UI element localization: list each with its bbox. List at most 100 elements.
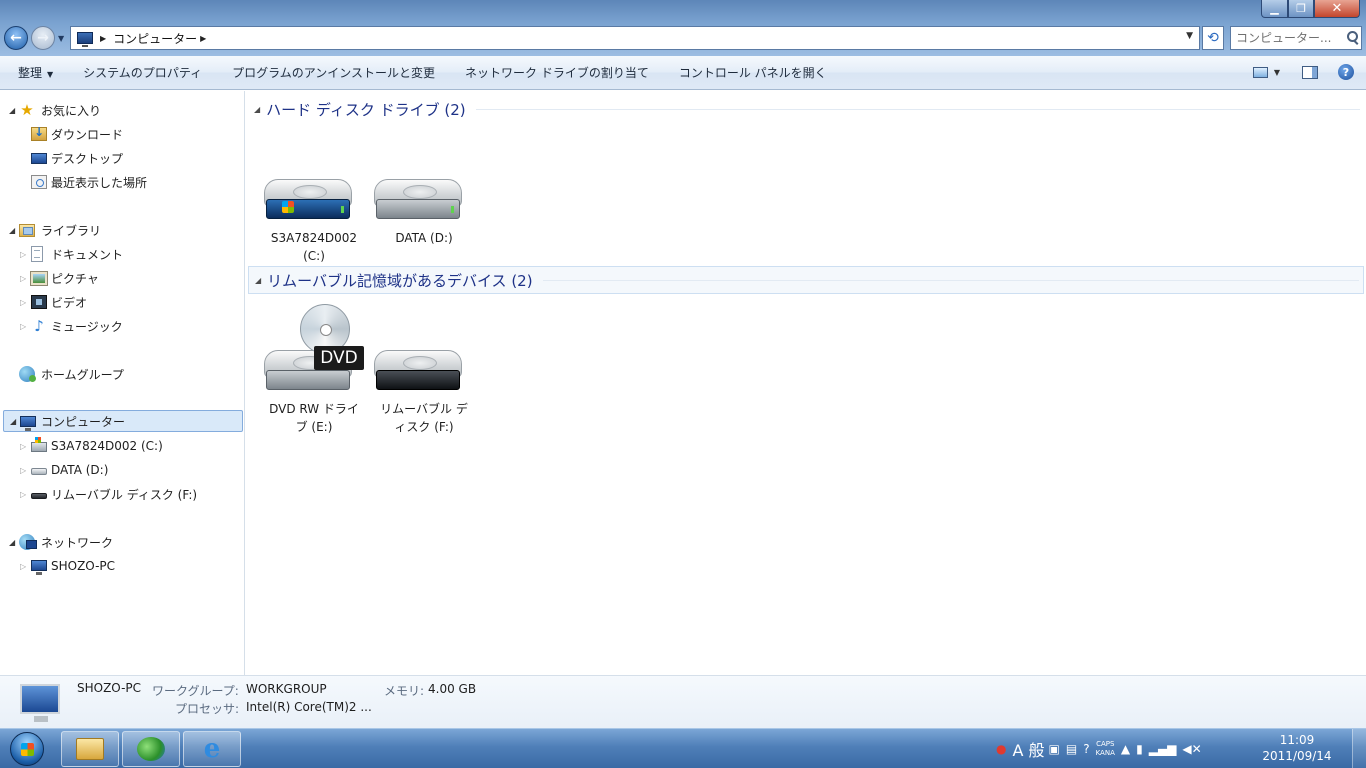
back-button[interactable]: ← [4,26,28,50]
taskbar: e ● A 般 ▣ ▤ ? CAPS KANA ▲ ▮ ▂▄▆ ◀✕ 11:09… [0,728,1366,768]
open-control-panel-button[interactable]: コントロール パネルを開く [671,64,835,81]
system-properties-button[interactable]: システムのプロパティ [75,64,210,81]
map-network-drive-button[interactable]: ネットワーク ドライブの割り当て [457,64,657,81]
maximize-button[interactable]: ❐ [1288,0,1314,18]
refresh-icon: ⟲ [1207,30,1219,46]
drive-tile-c[interactable]: S3A7824D002 (C:) [262,141,366,263]
search-input[interactable]: コンピューター... [1230,26,1362,50]
desktop-icon [31,153,47,164]
nav-pictures[interactable]: ▷ ピクチャ [0,267,244,289]
group-header-hard-disks[interactable]: ◢ ハード ディスク ドライブ (2) [248,95,1364,123]
clock[interactable]: 11:09 2011/09/14 [1262,732,1332,764]
collapsed-arrow-icon[interactable]: ▷ [20,250,26,259]
breadcrumb-computer[interactable]: コンピューター [113,30,197,47]
address-history-dropdown[interactable]: ▼ [1186,31,1193,41]
ime-toolbox-icon[interactable]: ▣ [1049,742,1060,756]
collapsed-arrow-icon[interactable]: ▷ [20,562,26,571]
expanded-arrow-icon[interactable]: ◢ [255,276,261,285]
drive-f-label-line2: ィスク (F:) [394,420,454,434]
expanded-arrow-icon[interactable]: ◢ [9,538,15,547]
nav-music-label: ミュージック [51,319,123,334]
collapsed-arrow-icon[interactable]: ▷ [20,442,26,451]
group-title-hard-disks: ハード ディスク ドライブ (2) [266,100,466,119]
recent-pages-dropdown[interactable]: ▼ [58,34,64,43]
collapsed-arrow-icon[interactable]: ▷ [20,322,26,331]
change-view-icon[interactable] [1252,66,1268,78]
nav-recent-places[interactable]: 最近表示した場所 [0,171,244,193]
caps-kana-indicator[interactable]: CAPS KANA [1096,740,1115,758]
taskbar-explorer-button[interactable] [61,731,119,767]
drive-tile-e[interactable]: DVD DVD RW ドライ ブ (E:) [262,304,366,434]
expanded-arrow-icon[interactable]: ◢ [254,105,260,114]
forward-button[interactable]: → [31,26,55,50]
nav-computer[interactable]: ◢ コンピューター [3,410,243,432]
nav-music[interactable]: ▷ ♪ ミュージック [0,315,244,337]
help-icon[interactable]: ? [1338,64,1354,80]
nav-drive-f-label: リムーバブル ディスク (F:) [51,487,198,502]
nav-videos-label: ビデオ [51,295,88,310]
view-options-dropdown[interactable]: ▼ [1274,68,1280,77]
drive-c-label: S3A7824D002 (C:) [262,229,366,265]
ime-mode-indicator[interactable]: A 般 [1012,737,1044,761]
collapsed-arrow-icon[interactable]: ▷ [20,298,26,307]
ime-dictionary-icon[interactable]: ▤ [1066,742,1077,756]
breadcrumb-chevron-icon[interactable]: ▶ [200,34,206,43]
nav-desktop-label: デスクトップ [51,151,124,166]
navigation-pane: ◢ ★ お気に入り ダウンロード デスクトップ 最近表示した場所 ◢ ライブラリ… [0,91,245,675]
start-button[interactable] [3,730,51,768]
dvd-badge: DVD [314,346,364,370]
title-bar: ▁ ❐ ✕ ← → ▼ ▶ コンピューター ▶ ▼ ⟲ コンピューター... [0,0,1366,56]
hard-drive-icon [31,468,47,475]
caps-label: CAPS [1096,740,1115,748]
organize-menu[interactable]: 整理 ▼ [10,64,61,81]
nav-favorites[interactable]: ◢ ★ お気に入り [0,99,244,121]
drive-tile-f[interactable]: リムーバブル デ ィスク (F:) [372,312,476,434]
search-icon[interactable] [1347,31,1358,42]
drive-tile-d[interactable]: DATA (D:) [372,141,476,261]
collapsed-arrow-icon[interactable]: ▷ [20,490,26,499]
nav-drive-c[interactable]: ▷ S3A7824D002 (C:) [0,435,244,457]
forward-arrow-icon: → [37,30,49,46]
library-icon [19,223,35,237]
nav-desktop[interactable]: デスクトップ [0,147,244,169]
music-icon: ♪ [34,317,44,335]
drive-f-label-line1: リムーバブル デ [380,402,468,416]
network-signal-icon[interactable]: ▂▄▆ [1149,742,1177,756]
nav-documents[interactable]: ▷ ドキュメント [0,243,244,265]
nav-pc[interactable]: ▷ SHOZO-PC [0,555,244,577]
collapsed-arrow-icon[interactable]: ▷ [20,274,26,283]
close-button[interactable]: ✕ [1314,0,1360,18]
breadcrumb-chevron-icon[interactable]: ▶ [100,34,106,43]
nav-network[interactable]: ◢ ネットワーク [0,531,244,553]
preview-pane-icon[interactable] [1302,65,1318,79]
nav-drive-f[interactable]: ▷ リムーバブル ディスク (F:) [0,483,244,505]
group-title-removable: リムーバブル記憶域があるデバイス (2) [267,271,533,290]
nav-documents-label: ドキュメント [51,247,124,262]
computer-icon [31,560,47,575]
minimize-button[interactable]: ▁ [1261,0,1288,18]
nav-homegroup[interactable]: ホームグループ [0,363,244,385]
taskbar-ie-button[interactable]: e [183,731,241,767]
show-desktop-button[interactable] [1352,729,1366,768]
address-bar[interactable]: ▶ コンピューター ▶ ▼ [70,26,1200,50]
recent-places-icon [31,175,47,189]
folder-icon [76,738,104,760]
nav-drive-d[interactable]: ▷ DATA (D:) [0,459,244,481]
collapsed-arrow-icon[interactable]: ▷ [20,466,26,475]
safely-remove-hardware-icon[interactable]: ▮ [1136,742,1143,756]
nav-libraries[interactable]: ◢ ライブラリ [0,219,244,241]
volume-muted-icon[interactable]: ◀✕ [1182,742,1201,756]
workgroup-key: ワークグループ: [152,684,239,698]
uninstall-program-button[interactable]: プログラムのアンインストールと変更 [224,64,443,81]
expanded-arrow-icon[interactable]: ◢ [10,417,16,426]
ime-help-icon[interactable]: ? [1083,742,1089,756]
security-alert-icon[interactable]: ● [996,742,1006,756]
nav-videos[interactable]: ▷ ビデオ [0,291,244,313]
taskbar-messenger-button[interactable] [122,731,180,767]
show-hidden-icons-arrow-icon[interactable]: ▲ [1121,742,1130,756]
expanded-arrow-icon[interactable]: ◢ [9,226,15,235]
refresh-button[interactable]: ⟲ [1202,26,1224,50]
nav-downloads[interactable]: ダウンロード [0,123,244,145]
group-header-removable[interactable]: ◢ リムーバブル記憶域があるデバイス (2) [248,266,1364,294]
expanded-arrow-icon[interactable]: ◢ [9,106,15,115]
